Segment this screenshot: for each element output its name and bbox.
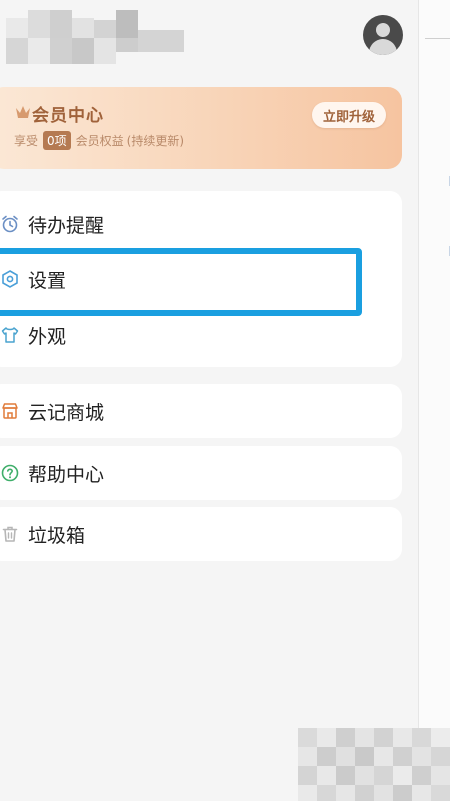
member-center-title: 会员中心 <box>32 106 104 126</box>
main-content-edge <box>418 0 450 801</box>
store-icon <box>2 403 18 419</box>
side-drawer: 会员中心 享受 0项 会员权益 (持续更新) 立即升级 待办提醒 设置 外观 云… <box>0 0 418 801</box>
menu-label-trash: 垃圾箱 <box>28 524 86 547</box>
menu-card-store: 云记商城 <box>0 384 402 438</box>
shirt-icon <box>1 327 19 343</box>
menu-item-trash[interactable]: 垃圾箱 <box>0 514 85 554</box>
menu-label-appearance: 外观 <box>28 325 67 348</box>
menu-item-store[interactable]: 云记商城 <box>0 391 104 431</box>
help-circle-icon <box>1 464 19 482</box>
member-center-card[interactable]: 会员中心 享受 0项 会员权益 (持续更新) 立即升级 <box>0 87 402 169</box>
menu-item-help[interactable]: 帮助中心 <box>0 453 104 493</box>
benefits-label: 会员权益 <box>75 134 124 148</box>
crown-icon <box>16 106 30 118</box>
user-name-obscured[interactable] <box>6 10 184 66</box>
user-avatar-icon[interactable] <box>363 15 403 55</box>
menu-item-todo[interactable]: 待办提醒 <box>0 204 104 244</box>
benefit-count-badge: 0项 <box>43 131 71 150</box>
menu-card-help: 帮助中心 <box>0 446 402 500</box>
enjoy-label: 享受 <box>14 134 39 148</box>
member-benefits-text: 享受 0项 会员权益 (持续更新) <box>14 131 184 150</box>
menu-item-appearance[interactable]: 外观 <box>0 315 66 355</box>
menu-card-trash: 垃圾箱 <box>0 507 402 561</box>
menu-label-store: 云记商城 <box>28 401 105 424</box>
trash-icon <box>2 526 18 542</box>
menu-label-help: 帮助中心 <box>28 463 105 486</box>
settings-highlight-box <box>0 248 362 316</box>
alarm-clock-icon <box>2 215 18 233</box>
pixelated-watermark <box>298 728 450 801</box>
update-note: (持续更新) <box>126 134 185 148</box>
menu-label-todo: 待办提醒 <box>28 214 105 237</box>
upgrade-now-button[interactable]: 立即升级 <box>312 102 386 128</box>
